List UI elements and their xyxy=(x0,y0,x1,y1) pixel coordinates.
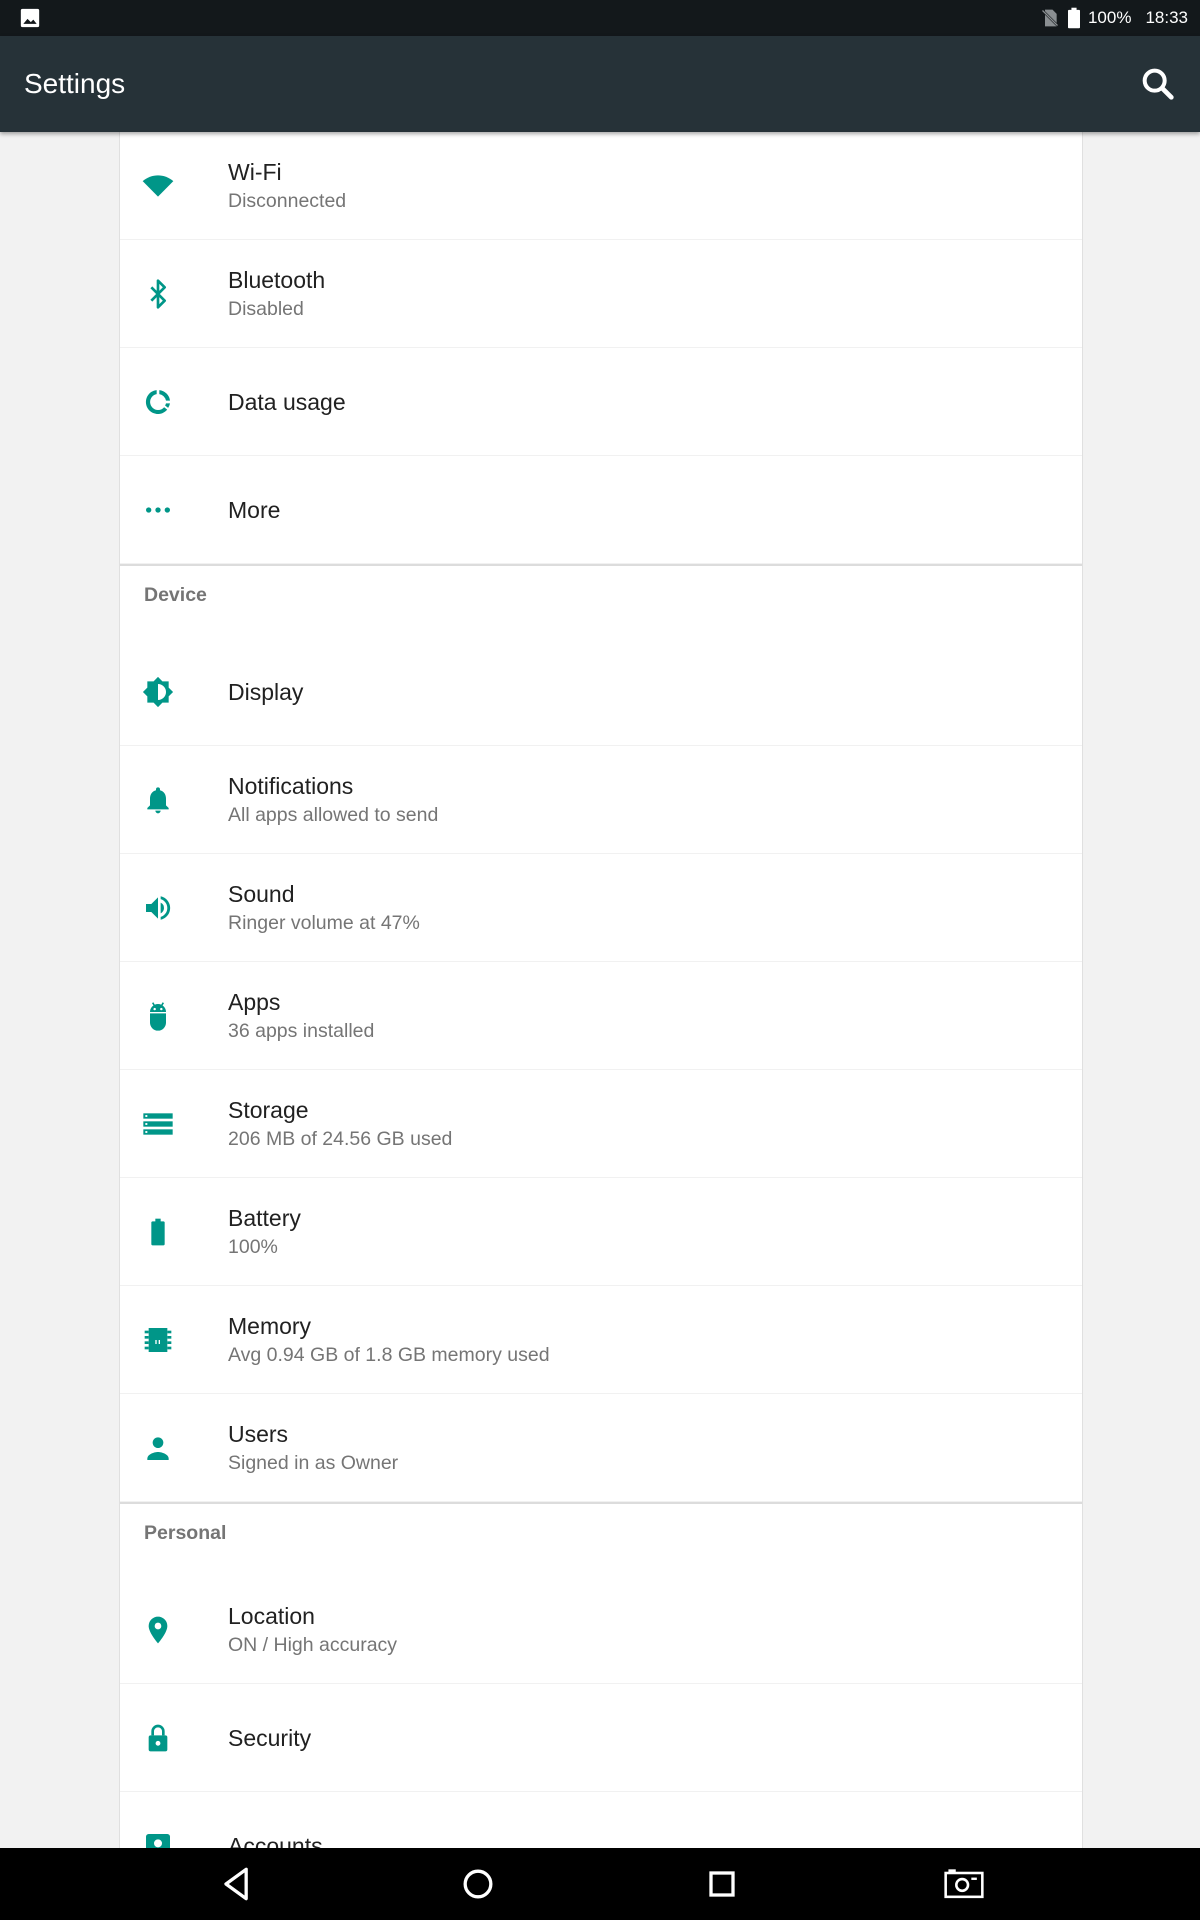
settings-item-summary: Ringer volume at 47% xyxy=(228,912,420,934)
recents-icon xyxy=(709,1871,735,1897)
battery-icon xyxy=(1067,7,1080,29)
settings-item-summary: Disabled xyxy=(228,298,304,320)
settings-item-label: Sound xyxy=(228,881,295,907)
account-icon xyxy=(142,1830,174,1848)
location-icon xyxy=(142,1614,174,1646)
volume-icon xyxy=(142,892,174,924)
settings-item-label: Display xyxy=(228,679,304,705)
settings-item-label: Security xyxy=(228,1725,312,1751)
settings-item-battery[interactable]: Battery 100% xyxy=(120,1178,1082,1286)
settings-item-label: Wi-Fi xyxy=(228,159,282,185)
back-icon xyxy=(224,1867,248,1901)
settings-item-label: Users xyxy=(228,1421,289,1447)
memory-icon xyxy=(142,1324,174,1356)
more-icon xyxy=(142,494,174,526)
settings-item-label: Accounts xyxy=(228,1833,323,1848)
settings-item-label: Memory xyxy=(228,1313,312,1339)
settings-item-wifi[interactable]: Wi-Fi Disconnected xyxy=(120,132,1082,240)
settings-item-summary: 36 apps installed xyxy=(228,1020,375,1042)
settings-item-bluetooth[interactable]: Bluetooth Disabled xyxy=(120,240,1082,348)
settings-item-memory[interactable]: Memory Avg 0.94 GB of 1.8 GB memory used xyxy=(120,1286,1082,1394)
settings-item-data-usage[interactable]: Data usage xyxy=(120,348,1082,456)
clock: 18:33 xyxy=(1145,8,1188,27)
screenshot-button[interactable] xyxy=(942,1862,986,1906)
settings-item-label: Location xyxy=(228,1603,315,1629)
settings-item-summary: Signed in as Owner xyxy=(228,1452,399,1474)
settings-item-location[interactable]: Location ON / High accuracy xyxy=(120,1576,1082,1684)
search-button[interactable] xyxy=(1138,64,1178,104)
settings-item-summary: All apps allowed to send xyxy=(228,804,439,826)
settings-item-summary: Disconnected xyxy=(228,190,347,212)
home-icon xyxy=(463,1869,493,1899)
settings-item-label: Battery xyxy=(228,1205,301,1231)
settings-item-users[interactable]: Users Signed in as Owner xyxy=(120,1394,1082,1502)
lock-icon xyxy=(142,1722,174,1754)
settings-item-sound[interactable]: Sound Ringer volume at 47% xyxy=(120,854,1082,962)
settings-item-label: Apps xyxy=(228,989,281,1015)
status-right-group: 100% 18:33 xyxy=(1040,0,1188,36)
settings-item-apps[interactable]: Apps 36 apps installed xyxy=(120,962,1082,1070)
navigation-bar xyxy=(0,1848,1200,1920)
settings-item-display[interactable]: Display xyxy=(120,638,1082,746)
settings-item-label: Storage xyxy=(228,1097,309,1123)
settings-item-security[interactable]: Security xyxy=(120,1684,1082,1792)
bluetooth-icon xyxy=(142,278,174,310)
app-toolbar: Settings xyxy=(0,36,1200,132)
settings-item-label: Bluetooth xyxy=(228,267,326,293)
settings-list: Wi-Fi Disconnected Bluetooth Disabled Da… xyxy=(119,132,1083,1848)
status-bar: 100% 18:33 xyxy=(0,0,1200,36)
user-icon xyxy=(142,1432,174,1464)
battery-icon xyxy=(142,1216,174,1248)
settings-item-label: Notifications xyxy=(228,773,354,799)
settings-item-label: More xyxy=(228,497,281,523)
screenshot-icon xyxy=(944,1869,984,1899)
settings-item-notifications[interactable]: Notifications All apps allowed to send xyxy=(120,746,1082,854)
bell-icon xyxy=(142,784,174,816)
android-icon xyxy=(142,1000,174,1032)
settings-item-storage[interactable]: Storage 206 MB of 24.56 GB used xyxy=(120,1070,1082,1178)
settings-item-summary: ON / High accuracy xyxy=(228,1634,398,1656)
back-button[interactable] xyxy=(215,1862,259,1906)
recents-button[interactable] xyxy=(700,1862,744,1906)
section-header-device: Device xyxy=(144,584,207,606)
image-notification-icon xyxy=(20,8,40,28)
settings-item-summary: Avg 0.94 GB of 1.8 GB memory used xyxy=(228,1344,550,1366)
page-title: Settings xyxy=(24,68,126,99)
battery-percent: 100% xyxy=(1087,8,1132,27)
no-sim-icon xyxy=(1040,8,1060,28)
settings-item-label: Data usage xyxy=(228,389,346,415)
storage-icon xyxy=(142,1108,174,1140)
wifi-icon xyxy=(142,170,174,202)
settings-item-accounts[interactable]: Accounts xyxy=(120,1792,1082,1848)
settings-item-summary: 206 MB of 24.56 GB used xyxy=(228,1128,453,1150)
section-header-personal: Personal xyxy=(144,1522,227,1544)
display-icon xyxy=(142,676,174,708)
data-usage-icon xyxy=(142,386,174,418)
search-icon xyxy=(1142,68,1174,100)
settings-item-summary: 100% xyxy=(228,1236,278,1258)
settings-item-more[interactable]: More xyxy=(120,456,1082,564)
home-button[interactable] xyxy=(456,1862,500,1906)
